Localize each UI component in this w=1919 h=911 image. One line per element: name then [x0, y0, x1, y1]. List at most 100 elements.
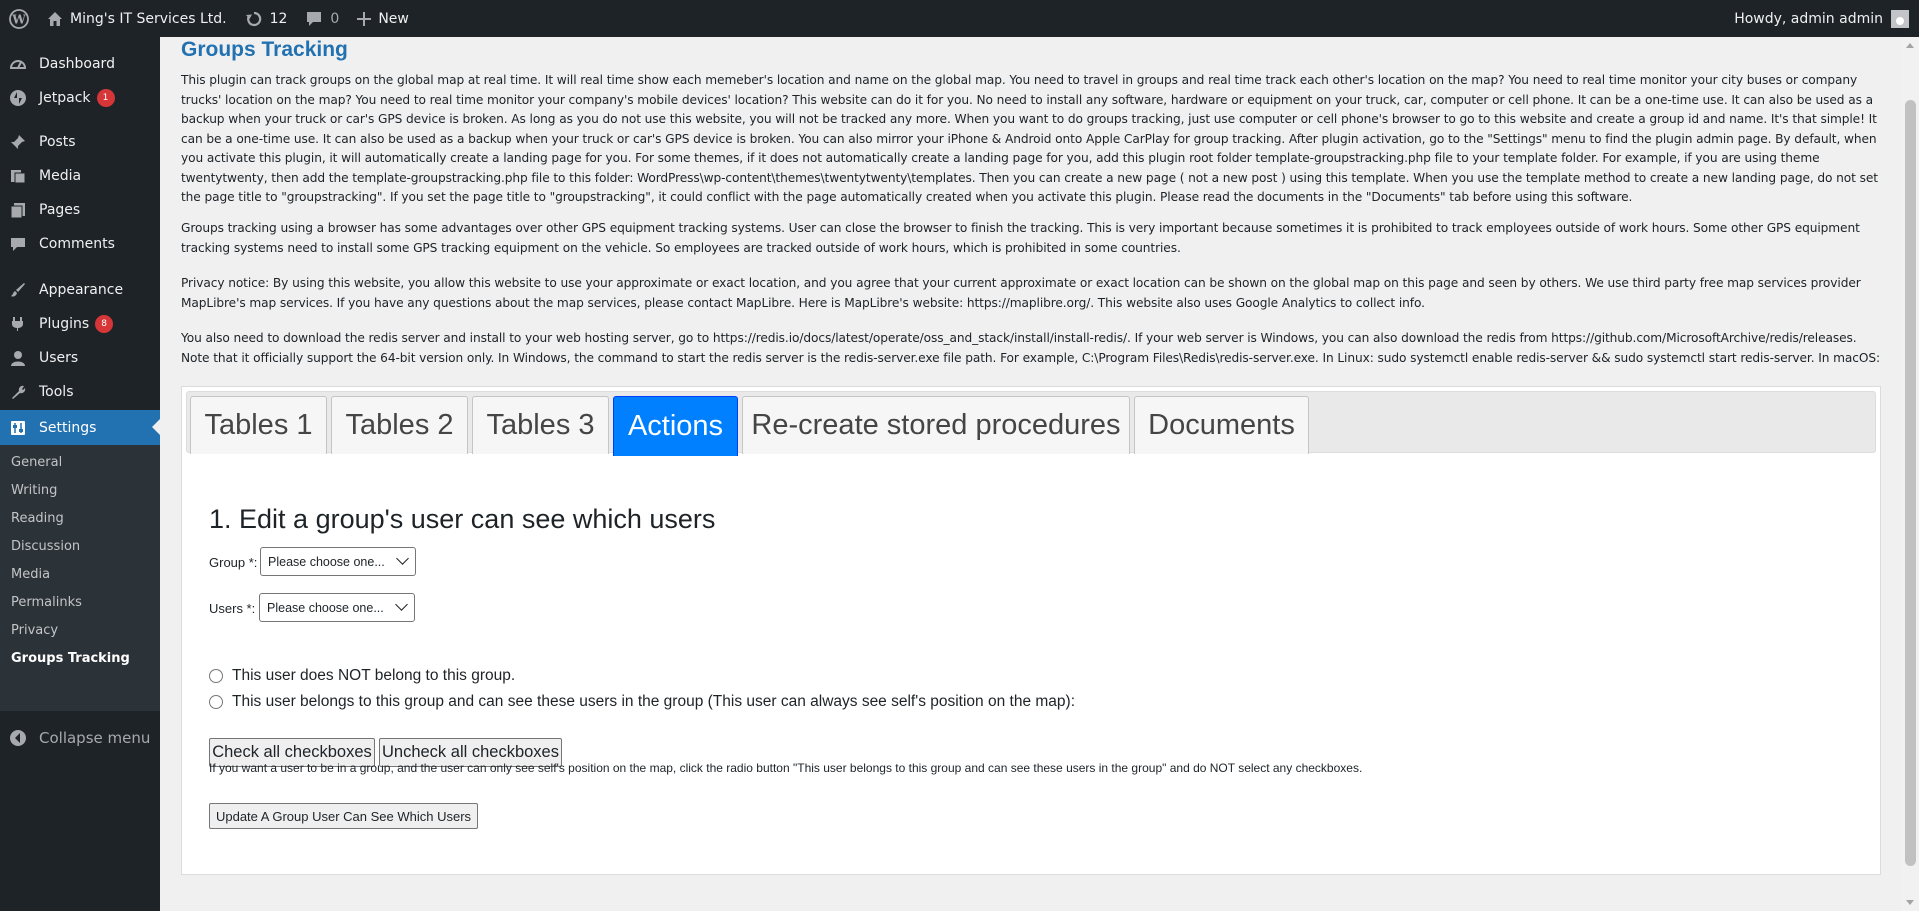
admin-sidebar: Dashboard Jetpack 1 Posts Media Pages Co… [0, 37, 160, 911]
redis-paragraph: You also need to download the redis serv… [181, 331, 1881, 365]
chevron-down-icon [396, 552, 409, 565]
site-name: Ming's IT Services Ltd. [70, 10, 227, 27]
jetpack-badge: 1 [96, 89, 115, 107]
chevron-down-icon [395, 598, 408, 611]
radio-belongs[interactable] [209, 695, 223, 709]
menu-label: Comments [39, 236, 115, 252]
tab-actions[interactable]: Actions [613, 396, 738, 456]
menu-label: Users [39, 350, 79, 366]
page-scrollbar[interactable] [1902, 37, 1919, 911]
menu-posts[interactable]: Posts [0, 125, 160, 159]
menu-jetpack[interactable]: Jetpack 1 [0, 81, 160, 115]
menu-appearance[interactable]: Appearance [0, 273, 160, 307]
home-icon [47, 11, 63, 27]
menu-label: Plugins [39, 316, 90, 332]
menu-tools[interactable]: Tools [0, 375, 160, 409]
instruction-note: If you want a user to be in a group, and… [209, 761, 1363, 775]
howdy-text: Howdy, admin admin [1734, 10, 1883, 27]
menu-label: Pages [39, 202, 81, 218]
menu-label: Dashboard [39, 56, 115, 72]
submenu-permalinks[interactable]: Permalinks [11, 595, 82, 610]
tab-recreate-stored-procedures[interactable]: Re-create stored procedures [742, 396, 1130, 454]
updates-count: 12 [269, 10, 288, 27]
plugin-icon [8, 314, 28, 334]
submenu-groups-tracking[interactable]: Groups Tracking [11, 651, 130, 666]
settings-submenu: General Writing Reading Discussion Media… [0, 445, 160, 711]
tab-tables-1[interactable]: Tables 1 [190, 396, 327, 454]
menu-settings[interactable]: Settings [0, 410, 160, 445]
menu-pages[interactable]: Pages [0, 193, 160, 227]
pin-icon [8, 132, 28, 152]
tabs-panel: Tables 1 Tables 2 Tables 3 Actions Re-cr… [181, 386, 1881, 875]
radio-belongs-label: This user belongs to this group and can … [232, 693, 1076, 710]
updates-icon [245, 10, 263, 28]
menu-media[interactable]: Media [0, 159, 160, 193]
radio-not-belong-row[interactable]: This user does NOT belong to this group. [209, 667, 515, 685]
menu-label: Jetpack [39, 90, 91, 106]
description-paragraph: This plugin can track groups on the glob… [181, 73, 1878, 204]
tab-bar: Tables 1 Tables 2 Tables 3 Actions Re-cr… [186, 391, 1876, 456]
settings-icon [8, 418, 28, 438]
menu-label: Appearance [39, 282, 124, 298]
submenu-privacy[interactable]: Privacy [11, 623, 58, 638]
svg-text:W: W [11, 12, 26, 26]
menu-users[interactable]: Users [0, 341, 160, 375]
wordpress-logo-icon[interactable]: W [0, 0, 38, 37]
submenu-writing[interactable]: Writing [11, 483, 57, 498]
plus-icon [357, 11, 372, 26]
tab-tables-2[interactable]: Tables 2 [331, 396, 468, 454]
update-group-users-button[interactable]: Update A Group User Can See Which Users [209, 803, 478, 829]
group-select-value: Please choose one... [268, 554, 385, 569]
wrench-icon [8, 382, 28, 402]
group-select[interactable]: Please choose one... [260, 547, 416, 576]
menu-dashboard[interactable]: Dashboard [0, 47, 160, 81]
submenu-media[interactable]: Media [11, 567, 50, 582]
menu-plugins[interactable]: Plugins 8 [0, 307, 160, 341]
plugins-badge: 8 [95, 315, 114, 333]
active-arrow-icon [152, 419, 160, 435]
radio-belongs-row[interactable]: This user belongs to this group and can … [209, 693, 1075, 711]
admin-bar: W Ming's IT Services Ltd. 12 0 New Howdy… [0, 0, 1919, 37]
submenu-discussion[interactable]: Discussion [11, 539, 80, 554]
brush-icon [8, 280, 28, 300]
privacy-notice-paragraph: Privacy notice: By using this website, y… [181, 276, 1861, 310]
users-icon [8, 348, 28, 368]
pages-icon [8, 200, 28, 220]
new-content-link[interactable]: New [348, 0, 418, 37]
menu-label: Posts [39, 134, 76, 150]
site-name-link[interactable]: Ming's IT Services Ltd. [38, 0, 236, 37]
radio-not-belong[interactable] [209, 669, 223, 683]
menu-label: Settings [39, 419, 97, 436]
radio-not-belong-label: This user does NOT belong to this group. [232, 667, 516, 684]
comments-link[interactable]: 0 [296, 0, 348, 37]
collapse-label: Collapse menu [39, 729, 151, 747]
menu-label: Media [39, 168, 82, 184]
avatar [1891, 9, 1909, 28]
my-account-link[interactable]: Howdy, admin admin [1725, 0, 1919, 37]
users-select[interactable]: Please choose one... [259, 593, 415, 622]
menu-label: Tools [39, 384, 74, 400]
dashboard-icon [8, 54, 28, 74]
submenu-reading[interactable]: Reading [11, 511, 64, 526]
scroll-up-icon[interactable] [1906, 43, 1914, 48]
section-title: 1. Edit a group's user can see which use… [209, 504, 716, 534]
menu-comments[interactable]: Comments [0, 227, 160, 261]
collapse-icon [8, 728, 28, 748]
jetpack-icon [8, 88, 28, 108]
scroll-down-icon[interactable] [1906, 900, 1914, 905]
users-select-value: Please choose one... [267, 600, 384, 615]
tab-documents[interactable]: Documents [1134, 396, 1309, 454]
page-title: Groups Tracking [181, 38, 348, 61]
group-label: Group *: [209, 555, 258, 570]
collapse-menu-button[interactable]: Collapse menu [0, 721, 160, 755]
tab-tables-3[interactable]: Tables 3 [472, 396, 609, 454]
comments-count: 0 [330, 10, 340, 27]
comments-icon [8, 234, 28, 254]
updates-link[interactable]: 12 [236, 0, 297, 37]
comment-bubble-icon [305, 10, 323, 28]
new-label: New [378, 10, 409, 27]
submenu-general[interactable]: General [11, 455, 62, 470]
scroll-thumb[interactable] [1905, 100, 1916, 866]
advantages-paragraph: Groups tracking using a browser has some… [181, 221, 1860, 255]
users-label: Users *: [209, 601, 256, 616]
